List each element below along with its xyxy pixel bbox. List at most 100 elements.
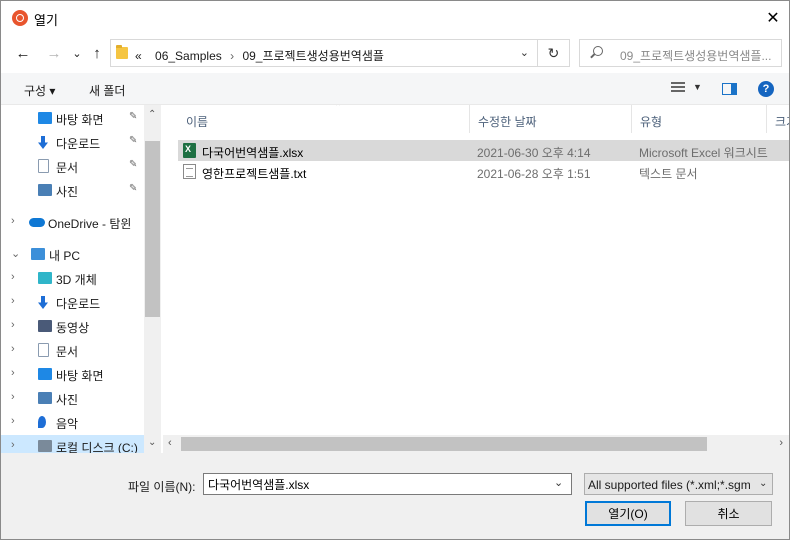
- sidebar-item[interactable]: 사진 ✎: [1, 179, 144, 201]
- navigation-scrollbar[interactable]: ⌃ ⌄: [144, 105, 161, 453]
- sidebar-item[interactable]: › OneDrive - 탐윈: [1, 211, 144, 233]
- forward-button[interactable]: →: [44, 43, 64, 63]
- breadcrumb-06-samples[interactable]: 06_Samples: [155, 49, 222, 63]
- filename-input[interactable]: [203, 473, 572, 495]
- sidebar-item[interactable]: › 동영상: [1, 315, 144, 337]
- file-list: 이름 ⌃ 수정한 날짜 유형 크기 다국어번역샘플.xlsx 2021-06-3…: [163, 105, 789, 435]
- new-folder-button[interactable]: 새 폴더: [89, 82, 125, 99]
- chevron-right-icon[interactable]: ›: [11, 391, 15, 403]
- scroll-up-icon[interactable]: ⌃: [148, 109, 156, 120]
- column-header-name-label: 이름: [186, 115, 209, 129]
- sidebar-item[interactable]: › 음악: [1, 411, 144, 433]
- breadcrumb-overflow[interactable]: «: [135, 49, 142, 63]
- column-header-type-label: 유형: [640, 115, 663, 129]
- file-type: Microsoft Excel 워크시트: [639, 146, 768, 160]
- column-header-size[interactable]: 크기: [767, 105, 789, 133]
- column-header-date[interactable]: 수정한 날짜: [470, 105, 632, 133]
- chevron-down-icon[interactable]: ⌄: [11, 247, 20, 260]
- view-dropdown-icon[interactable]: ▼: [693, 82, 702, 92]
- folder-icon: [116, 45, 128, 59]
- open-button[interactable]: 열기(O): [585, 501, 671, 526]
- file-row[interactable]: 다국어번역샘플.xlsx 2021-06-30 오후 4:14 Microsof…: [178, 140, 789, 161]
- pin-icon: ✎: [129, 183, 138, 194]
- sidebar-item[interactable]: › 바탕 화면: [1, 363, 144, 385]
- sidebar-item-label: OneDrive - 탐윈: [48, 217, 132, 231]
- sidebar-item-label: 바탕 화면: [56, 113, 104, 127]
- address-dropdown-icon[interactable]: ⌄: [520, 46, 529, 59]
- column-header-type[interactable]: 유형: [632, 105, 767, 133]
- breadcrumb-current-folder[interactable]: 09_프로젝트생성용번역샘플: [242, 49, 383, 63]
- horizontal-scrollbar[interactable]: ‹ ›: [163, 435, 789, 453]
- chevron-right-icon[interactable]: ›: [11, 319, 15, 331]
- excel-file-icon: [183, 143, 196, 158]
- 3d-objects-icon: [38, 272, 52, 284]
- column-header-date-label: 수정한 날짜: [478, 115, 537, 129]
- up-button[interactable]: ↑: [87, 43, 107, 63]
- sidebar-item-label: 문서: [56, 345, 79, 359]
- view-options-icon[interactable]: [671, 82, 687, 96]
- column-header-name[interactable]: 이름 ⌃: [178, 105, 470, 133]
- search-box[interactable]: 09_프로젝트생성용번역샘플...: [579, 39, 782, 67]
- drive-icon: [38, 440, 52, 452]
- breadcrumb-separator-icon: ›: [230, 49, 235, 63]
- sidebar-item[interactable]: › 로컬 디스크 (C:): [1, 435, 144, 453]
- navigation-pane: 바탕 화면 ✎ 다운로드 ✎ 문서 ✎ 사진 ✎ › OneDrive - 탐윈 ⌄ 내 PC › 3D …: [1, 105, 161, 453]
- chevron-right-icon[interactable]: ›: [11, 343, 15, 355]
- chevron-right-icon[interactable]: ›: [11, 415, 15, 427]
- dialog-title: 열기: [34, 13, 58, 28]
- horizontal-scrollbar-thumb[interactable]: [181, 437, 707, 451]
- breadcrumb: « 06_Samples › 09_프로젝트생성용번역샘플: [135, 47, 384, 64]
- scroll-right-icon[interactable]: ›: [779, 437, 783, 449]
- close-button[interactable]: ✕: [757, 1, 789, 35]
- text-file-icon: [183, 164, 196, 179]
- chevron-right-icon[interactable]: ›: [11, 271, 15, 283]
- sidebar-item[interactable]: 문서 ✎: [1, 155, 144, 177]
- filename-dropdown-icon[interactable]: ⌄: [554, 476, 563, 489]
- scroll-left-icon[interactable]: ‹: [168, 437, 172, 449]
- title-bar: 열기 ✕: [1, 1, 789, 35]
- music-icon: [38, 416, 46, 428]
- desktop-icon: [38, 368, 52, 380]
- cancel-button[interactable]: 취소: [685, 501, 772, 526]
- file-type-filter[interactable]: All supported files (*.xml;*.sgm ⌄: [584, 473, 773, 495]
- file-row[interactable]: 영한프로젝트샘플.txt 2021-06-28 오후 1:51 텍스트 문서: [178, 161, 789, 182]
- address-bar[interactable]: « 06_Samples › 09_프로젝트생성용번역샘플 ⌄: [110, 39, 538, 67]
- chevron-right-icon[interactable]: ›: [11, 215, 15, 227]
- sidebar-item-label: 로컬 디스크 (C:): [56, 441, 138, 453]
- column-header-size-label: 크기: [775, 115, 789, 129]
- chevron-right-icon[interactable]: ›: [11, 367, 15, 379]
- documents-icon: [38, 159, 49, 173]
- dialog-footer: 파일 이름(N): ⌄ All supported files (*.xml;*…: [1, 453, 789, 539]
- chevron-right-icon[interactable]: ›: [11, 295, 15, 307]
- sidebar-item[interactable]: › 3D 개체: [1, 267, 144, 289]
- filename-label: 파일 이름(N):: [128, 480, 196, 494]
- help-icon[interactable]: ?: [758, 81, 774, 97]
- sidebar-item-label: 다운로드: [56, 297, 101, 311]
- recent-locations-button[interactable]: ⌄: [67, 43, 87, 63]
- search-icon: [593, 46, 603, 56]
- preview-pane-icon[interactable]: [722, 83, 737, 95]
- scrollbar-thumb[interactable]: [145, 141, 160, 317]
- chevron-down-icon: ⌄: [759, 478, 768, 489]
- navigation-bar: ← → ⌄ ↑ « 06_Samples › 09_프로젝트생성용번역샘플 ⌄ …: [1, 35, 789, 71]
- file-date: 2021-06-30 오후 4:14: [477, 146, 591, 160]
- sidebar-item[interactable]: 다운로드 ✎: [1, 131, 144, 153]
- sidebar-item[interactable]: 바탕 화면 ✎: [1, 107, 144, 129]
- organize-button[interactable]: 구성 ▾: [24, 82, 55, 99]
- search-input[interactable]: 09_프로젝트생성용번역샘플...: [620, 47, 780, 64]
- close-icon: ✕: [766, 10, 780, 27]
- chevron-right-icon[interactable]: ›: [11, 439, 15, 451]
- sidebar-item-label: 사진: [56, 185, 79, 199]
- sidebar-item[interactable]: › 다운로드: [1, 291, 144, 313]
- scroll-down-icon[interactable]: ⌄: [148, 437, 156, 448]
- sidebar-item[interactable]: › 사진: [1, 387, 144, 409]
- sidebar-item[interactable]: ⌄ 내 PC: [1, 243, 144, 265]
- download-icon: [38, 296, 48, 309]
- sidebar-item-label: 3D 개체: [56, 273, 97, 287]
- sidebar-item[interactable]: › 문서: [1, 339, 144, 361]
- back-button[interactable]: ←: [13, 43, 33, 63]
- refresh-button[interactable]: ↻: [538, 39, 570, 67]
- sidebar-item-label: 바탕 화면: [56, 369, 104, 383]
- file-type: 텍스트 문서: [639, 167, 698, 181]
- file-type-filter-label: All supported files (*.xml;*.sgm: [588, 478, 751, 492]
